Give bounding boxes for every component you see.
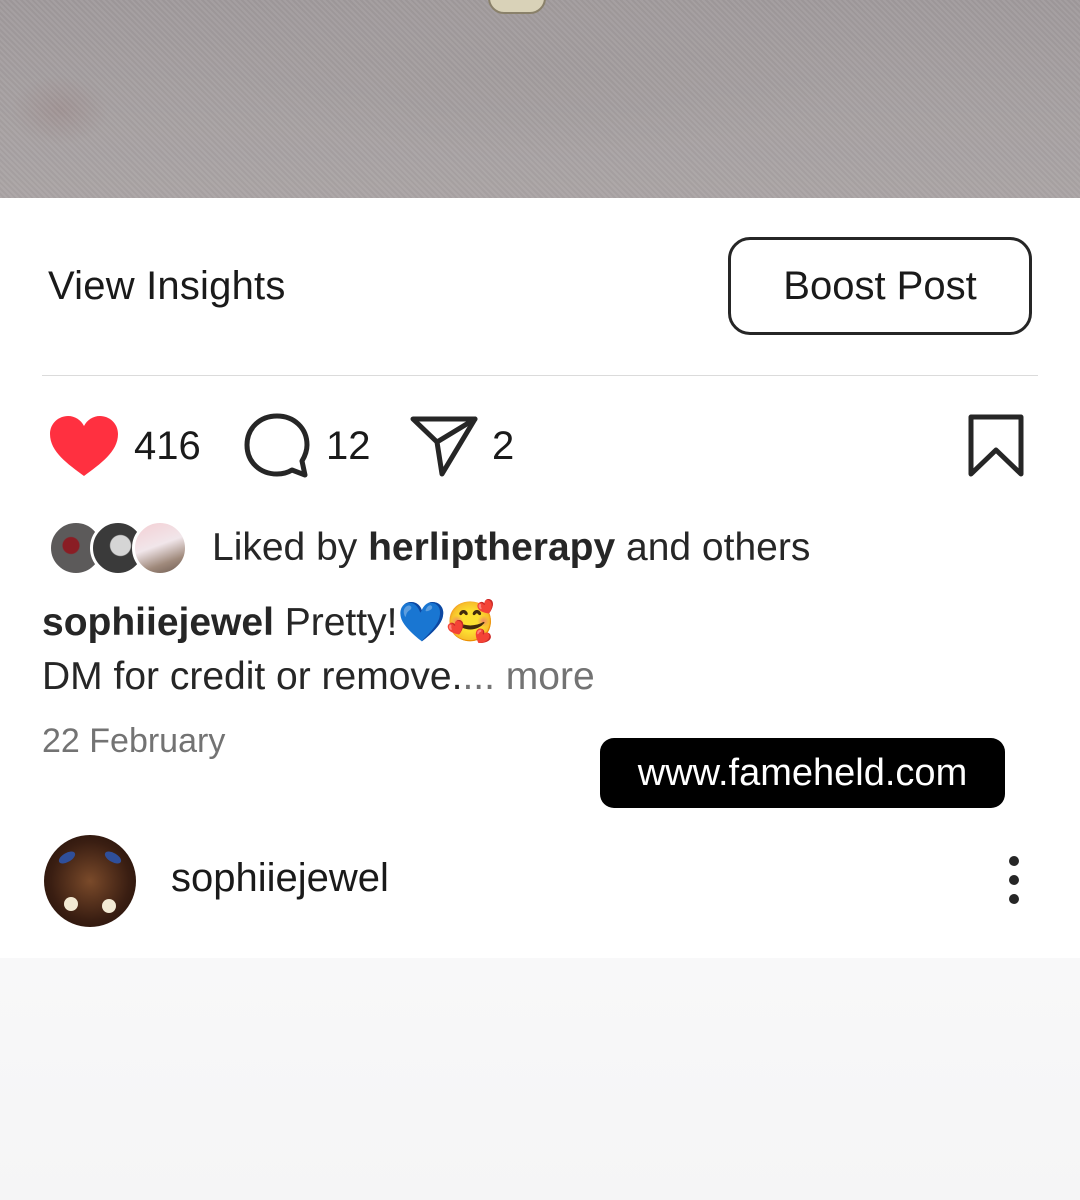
divider [42, 375, 1038, 376]
comment-button[interactable]: 12 [242, 400, 371, 492]
bookmark-icon [968, 414, 1024, 477]
instagram-post-page: View Insights Boost Post 416 12 2 Liked … [0, 0, 1080, 1200]
post-caption: sophiiejewel Pretty!💙🥰 DM for credit or … [42, 596, 1042, 704]
view-insights-link[interactable]: View Insights [48, 264, 286, 309]
post-image[interactable] [0, 0, 1080, 198]
share-button[interactable]: 2 [410, 400, 514, 492]
caption-username[interactable]: sophiiejewel [42, 601, 274, 644]
caption-more-link[interactable]: ... more [462, 655, 594, 698]
image-texture [0, 0, 1080, 198]
comment-bubble-icon [244, 413, 310, 478]
like-button[interactable]: 416 [48, 400, 201, 492]
liker-avatars [48, 520, 188, 576]
post-date: 22 February [42, 722, 226, 760]
more-options-button[interactable] [994, 852, 1034, 908]
jewelry-charm [488, 0, 546, 14]
liked-by-username[interactable]: herliptherapy [368, 526, 615, 569]
liked-by-text: Liked by herliptherapy and others [212, 526, 810, 570]
avatar-decoration [102, 899, 116, 913]
post-action-bar: 416 12 2 [0, 400, 1080, 492]
caption-text-line2: DM for credit or remove. [42, 655, 463, 698]
share-count: 2 [492, 423, 515, 468]
watermark-badge: www.fameheld.com [600, 738, 1005, 808]
avatar-decoration [56, 849, 78, 866]
insights-row: View Insights Boost Post [0, 198, 1080, 376]
avatar[interactable] [44, 835, 136, 927]
avatar [132, 520, 188, 576]
liked-by-row[interactable]: Liked by herliptherapy and others [48, 518, 810, 578]
more-dots-icon [1009, 894, 1019, 904]
avatar-decoration [64, 897, 78, 911]
save-button[interactable] [966, 400, 1026, 492]
boost-post-button[interactable]: Boost Post [728, 237, 1032, 335]
next-post-image[interactable] [0, 958, 1080, 1200]
avatar-decoration [102, 849, 124, 866]
like-count: 416 [134, 423, 201, 468]
more-dots-icon [1009, 875, 1019, 885]
paper-plane-icon [410, 416, 478, 477]
comment-count: 12 [326, 423, 371, 468]
caption-text: Pretty!💙🥰 [273, 601, 495, 644]
heart-icon [50, 416, 118, 476]
post-author-username[interactable]: sophiiejewel [171, 856, 389, 901]
more-dots-icon [1009, 856, 1019, 866]
liked-by-prefix: Liked by [212, 526, 369, 569]
next-post-header: sophiiejewel [0, 832, 1080, 932]
liked-by-suffix: and others [615, 526, 811, 569]
